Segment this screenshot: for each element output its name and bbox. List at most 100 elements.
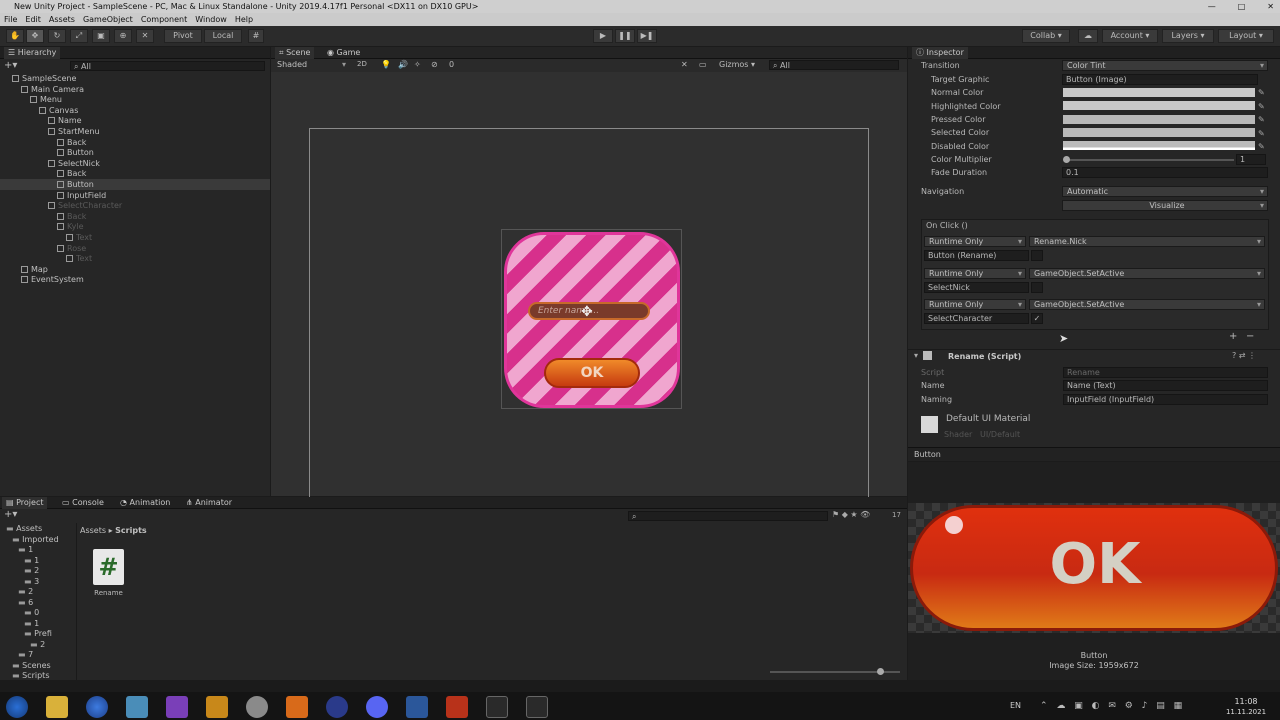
folder-item[interactable]: ▬ Prefi	[24, 628, 52, 639]
maximize-button[interactable]: □	[1238, 0, 1246, 13]
mode-2d-toggle[interactable]: 2D	[357, 60, 371, 71]
hierarchy-item[interactable]: Text	[0, 232, 270, 243]
tool-icon[interactable]	[246, 696, 268, 718]
scene-search-input[interactable]: ⌕ All	[769, 60, 899, 70]
selected-color-swatch[interactable]	[1063, 128, 1255, 137]
play-button[interactable]: ▶	[593, 29, 613, 43]
hand-tool-icon[interactable]: ✋	[6, 29, 24, 43]
tab-scene[interactable]: ⌗ Scene	[275, 47, 315, 59]
slider-handle[interactable]	[1063, 156, 1070, 163]
app-icon[interactable]	[126, 696, 148, 718]
hierarchy-item[interactable]: InputField	[0, 190, 270, 201]
folder-item[interactable]: ▬ Scenes	[12, 660, 51, 671]
component-foldout-icon[interactable]: ▾	[914, 351, 918, 360]
breadcrumb-scripts[interactable]: Scripts	[115, 526, 147, 535]
menu-file[interactable]: File	[4, 13, 17, 26]
hidden-objects-icon[interactable]: ⊘	[431, 60, 438, 69]
naming-field[interactable]: InputField (InputField)	[1063, 394, 1268, 405]
visual-studio-icon[interactable]	[166, 696, 188, 718]
target-object-field[interactable]: SelectNick	[924, 281, 1029, 293]
component-help-icon[interactable]: ? ⇄ ⋮	[1232, 351, 1256, 360]
create-asset-button[interactable]: +▾	[4, 509, 17, 520]
archive-icon[interactable]	[446, 696, 468, 718]
folder-item[interactable]: ▬ 0	[24, 607, 39, 618]
start-icon[interactable]	[6, 696, 28, 718]
move-tool-icon[interactable]: ✥	[26, 29, 44, 43]
color-multiplier-slider[interactable]	[1066, 159, 1234, 161]
add-event-button[interactable]: +	[1229, 331, 1237, 342]
folder-item[interactable]: ▬ Assets	[6, 523, 42, 534]
hierarchy-search-input[interactable]: ⌕ All	[70, 61, 265, 71]
folder-item[interactable]: ▬ 6	[18, 597, 33, 608]
tab-animation[interactable]: ◔ Animation	[116, 497, 174, 509]
hierarchy-item[interactable]: Button	[0, 179, 270, 190]
audio-icon[interactable]: 🔊	[398, 60, 408, 69]
layout-dropdown[interactable]: Layout ▾	[1218, 29, 1274, 43]
media-icon[interactable]	[206, 696, 228, 718]
hierarchy-item[interactable]: Main Camera	[0, 84, 270, 95]
normal-color-swatch[interactable]	[1063, 88, 1255, 97]
color-multiplier-field[interactable]: 1	[1236, 154, 1266, 165]
hierarchy-item[interactable]: SelectCharacter	[0, 200, 270, 211]
menu-help[interactable]: Help	[235, 13, 253, 26]
folder-item[interactable]: ▬ 3	[24, 576, 39, 587]
function-dropdown[interactable]: GameObject.SetActive	[1029, 299, 1265, 310]
local-toggle[interactable]: Local	[204, 29, 242, 43]
hierarchy-item[interactable]: Kyle	[0, 221, 270, 232]
folder-item[interactable]: ▬ 7	[18, 649, 33, 660]
preview-title[interactable]: Button	[914, 450, 941, 459]
add-object-button[interactable]: +▾	[4, 60, 17, 71]
hierarchy-item[interactable]: Rose	[0, 243, 270, 254]
menu-component[interactable]: Component	[141, 13, 187, 26]
folder-item[interactable]: ▬ 2	[24, 565, 39, 576]
explorer-icon[interactable]	[46, 696, 68, 718]
collab-dropdown[interactable]: Collab ▾	[1022, 29, 1070, 43]
hierarchy-item[interactable]: Canvas	[0, 105, 270, 116]
function-dropdown[interactable]: GameObject.SetActive	[1029, 267, 1265, 279]
discord-icon[interactable]	[366, 696, 388, 718]
camera-icon[interactable]: ▭	[699, 60, 707, 69]
remove-event-button[interactable]: −	[1246, 331, 1254, 342]
language-indicator[interactable]: EN	[1010, 701, 1021, 710]
hierarchy-item[interactable]: Name	[0, 115, 270, 126]
shading-dropdown[interactable]: Shaded	[273, 60, 349, 71]
runtime-mode-dropdown[interactable]: Runtime Only	[924, 236, 1026, 247]
filter-icons[interactable]: ⚑ ◆ ★ 👁	[832, 510, 870, 519]
hierarchy-item[interactable]: Back	[0, 211, 270, 222]
breadcrumb-assets[interactable]: Assets	[80, 526, 106, 535]
runtime-mode-dropdown[interactable]: Runtime Only	[924, 299, 1026, 310]
close-button[interactable]: ✕	[1267, 0, 1274, 13]
target-graphic-field[interactable]: Button (Image)	[1062, 74, 1258, 85]
fade-duration-field[interactable]: 0.1	[1062, 167, 1268, 178]
argument-field[interactable]	[1031, 281, 1043, 293]
runtime-mode-dropdown[interactable]: Runtime Only	[924, 267, 1026, 279]
hierarchy-item[interactable]: Menu	[0, 94, 270, 105]
tab-project[interactable]: ▤ Project	[2, 497, 48, 509]
folder-item[interactable]: ▬ 2	[30, 639, 45, 650]
effects-icon[interactable]: ✧	[414, 60, 421, 69]
tools-icon[interactable]: ✕	[681, 60, 688, 69]
steam-icon[interactable]	[326, 696, 348, 718]
tab-hierarchy[interactable]: ☰ Hierarchy	[4, 47, 61, 59]
hierarchy-item[interactable]: SampleScene	[0, 73, 270, 84]
grid-snap-icon[interactable]: #	[248, 29, 264, 43]
custom-tool-icon[interactable]: ✕	[136, 29, 154, 43]
hierarchy-item[interactable]: Back	[0, 168, 270, 179]
argument-field[interactable]	[1031, 250, 1043, 261]
cloud-icon[interactable]: ☁	[1078, 29, 1098, 43]
name-field[interactable]: Name (Text)	[1063, 380, 1268, 391]
highlighted-color-swatch[interactable]	[1063, 101, 1255, 110]
pressed-color-swatch[interactable]	[1063, 115, 1255, 124]
folder-item[interactable]: ▬ 1	[18, 544, 33, 555]
zoom-slider-handle[interactable]	[877, 668, 884, 675]
asset-name[interactable]: Rename	[86, 589, 131, 597]
pause-button[interactable]: ❚❚	[615, 29, 635, 43]
word-icon[interactable]	[406, 696, 428, 718]
gizmos-dropdown[interactable]: Gizmos ▾	[719, 60, 755, 69]
step-button[interactable]: ▶❚	[637, 29, 657, 43]
visualize-button[interactable]: Visualize	[1062, 200, 1268, 211]
folder-item[interactable]: ▬ Imported	[12, 534, 59, 545]
account-dropdown[interactable]: Account ▾	[1102, 29, 1158, 43]
rect-tool-icon[interactable]: ▣	[92, 29, 110, 43]
tab-game[interactable]: ◉ Game	[323, 47, 364, 59]
